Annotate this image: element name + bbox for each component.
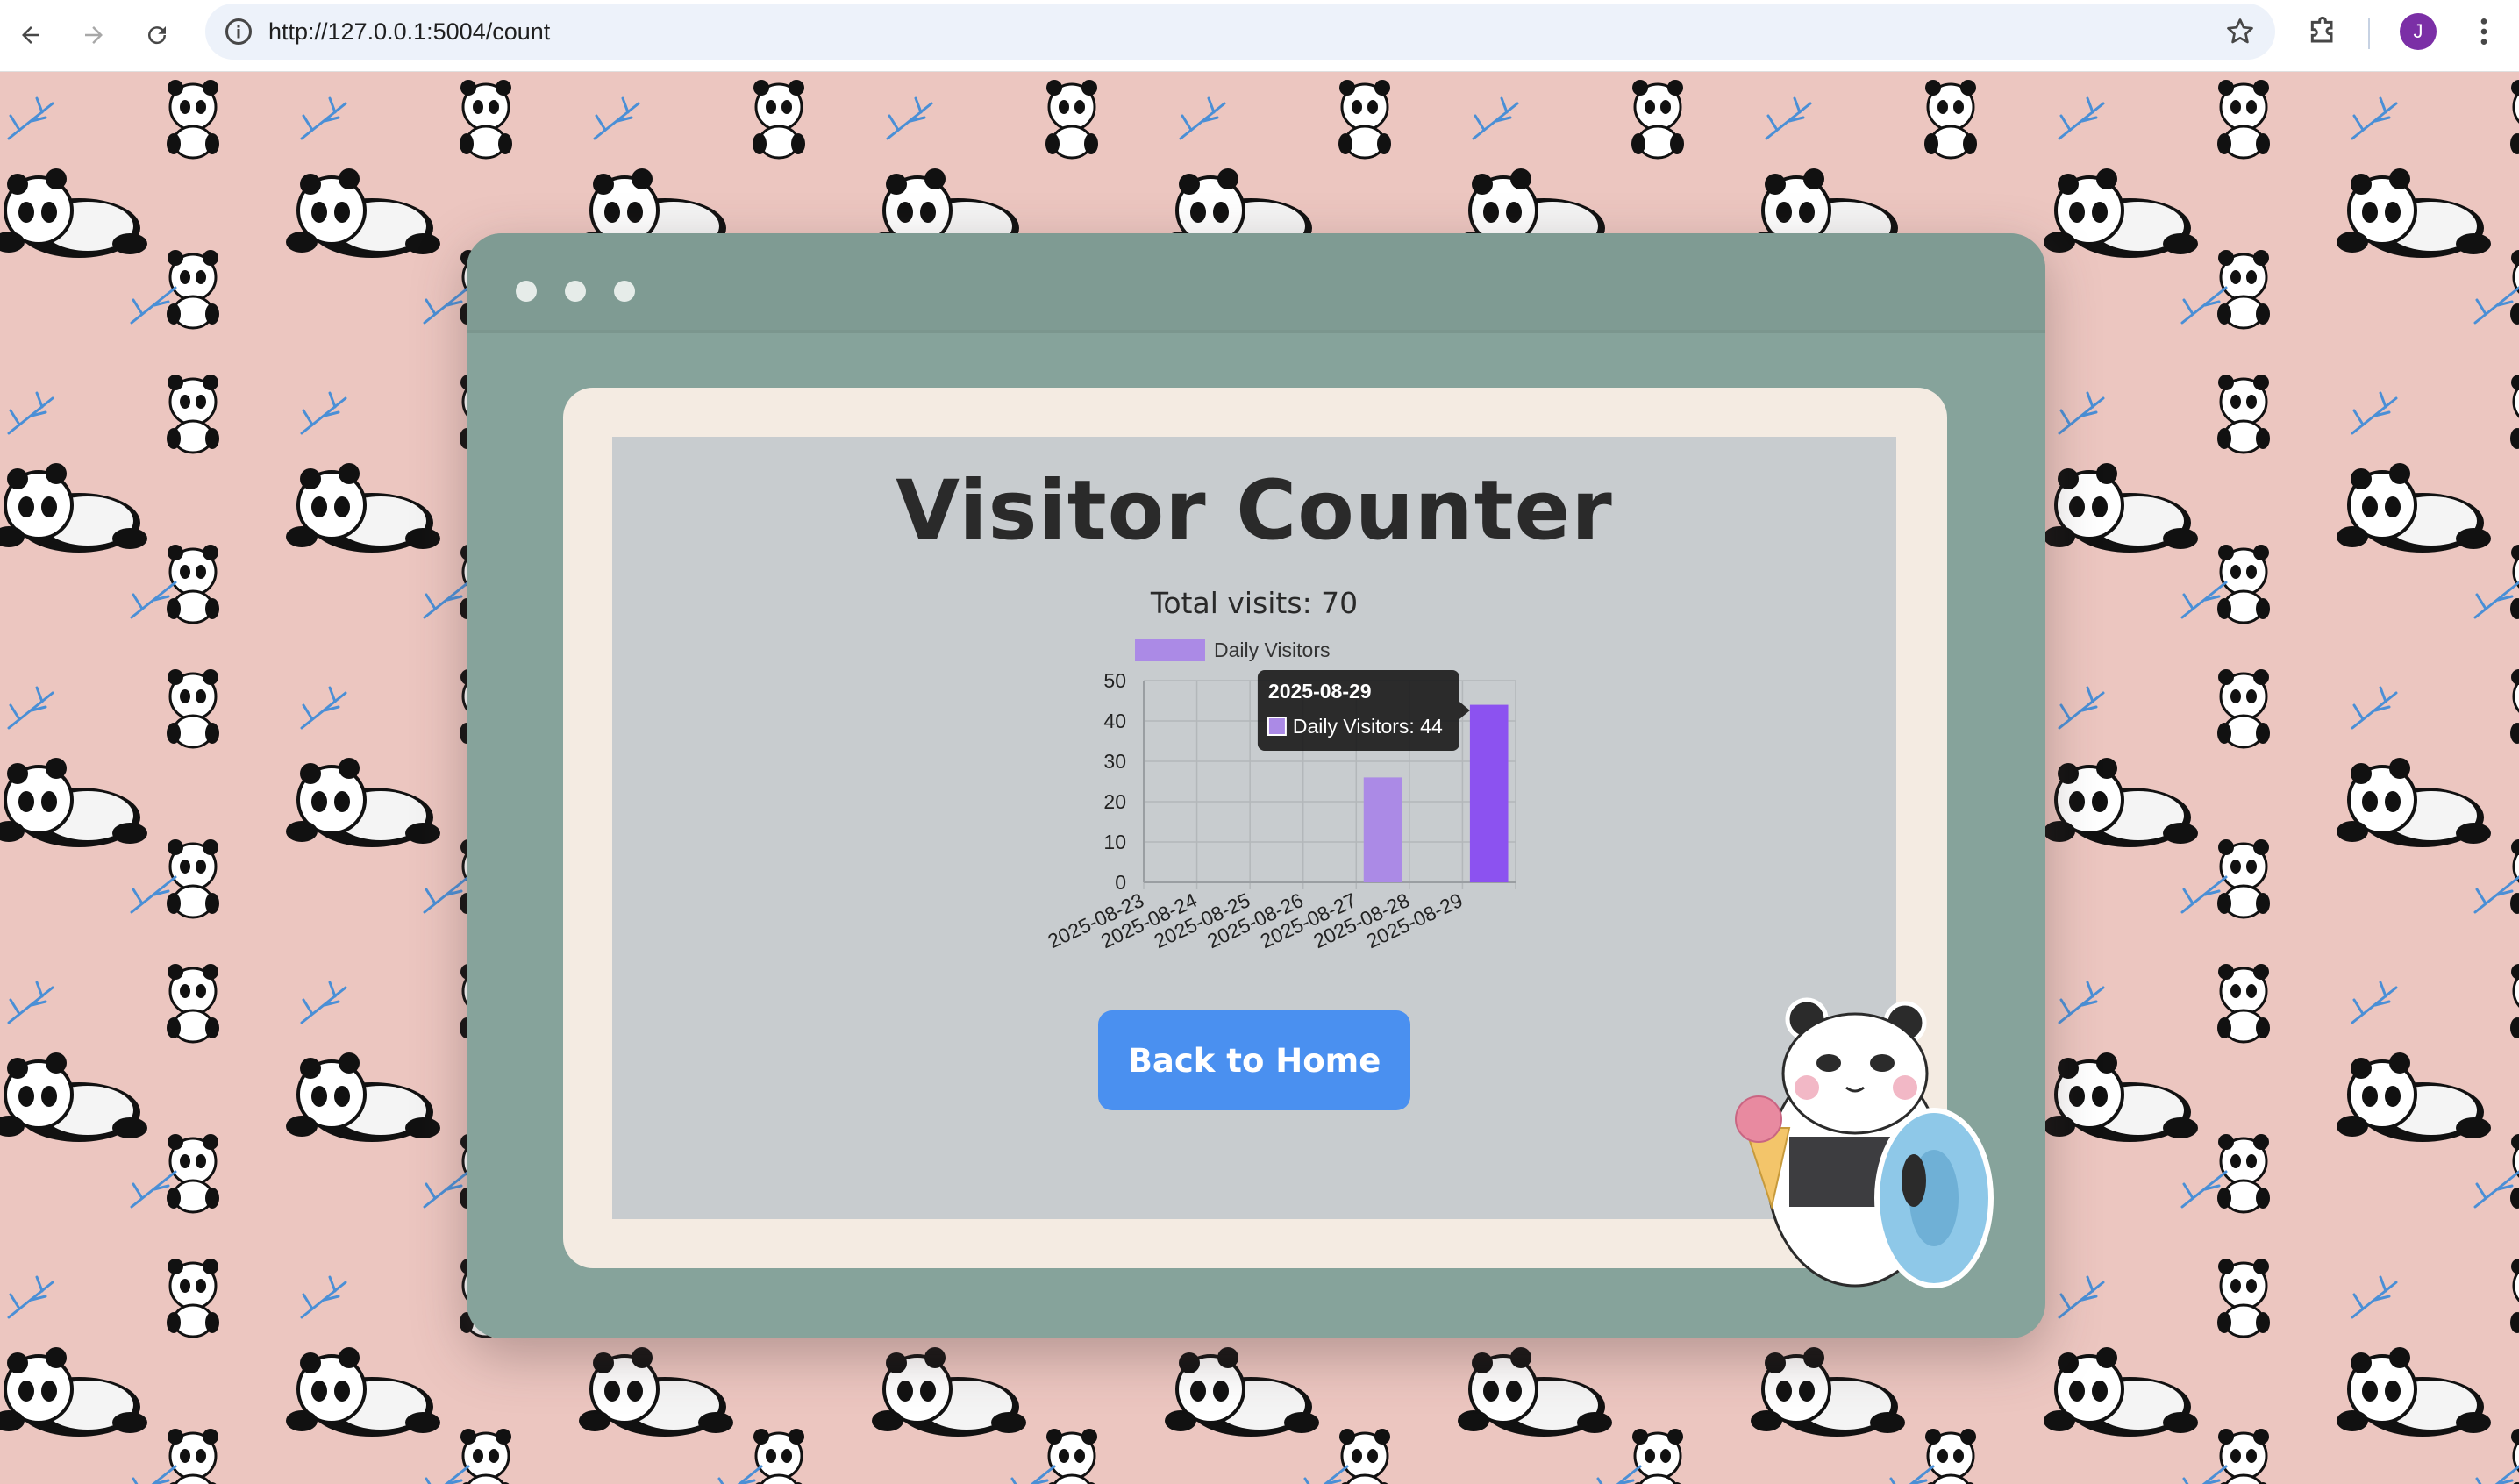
y-tick-label: 0	[1115, 871, 1126, 894]
chart-bar	[1469, 704, 1509, 882]
more-menu-icon[interactable]	[2466, 14, 2501, 49]
legend-swatch	[1135, 639, 1205, 661]
visitors-bar-chart: Daily Visitors010203040502025-08-232025-…	[1044, 639, 1516, 952]
total-visits: Total visits: 70	[1150, 586, 1359, 620]
site-info-icon[interactable]	[223, 16, 254, 47]
window-dot	[516, 281, 537, 302]
content-screen: Visitor Counter Total visits: 70 Daily V…	[612, 437, 1896, 1219]
window-titlebar	[467, 233, 2045, 330]
legend-label: Daily Visitors	[1214, 639, 1331, 661]
chart-bar	[1363, 777, 1402, 882]
forward-icon	[85, 26, 103, 44]
back-icon	[22, 26, 39, 44]
page-title: Visitor Counter	[896, 463, 1613, 559]
star-icon[interactable]	[2224, 16, 2256, 47]
reload-icon	[148, 26, 167, 45]
tooltip-swatch	[1267, 717, 1287, 736]
address-bar[interactable]: http://127.0.0.1:5004/count	[205, 4, 2275, 60]
tooltip-caret	[1459, 702, 1470, 719]
url-text: http://127.0.0.1:5004/count	[268, 18, 551, 45]
y-tick-label: 40	[1103, 710, 1126, 732]
panda-mascot-illustration	[1735, 997, 1994, 1288]
tooltip-title: 2025-08-29	[1268, 680, 1372, 703]
toolbar-divider	[2368, 18, 2370, 49]
back-button[interactable]	[11, 15, 51, 55]
y-tick-label: 50	[1103, 669, 1126, 692]
browser-toolbar: http://127.0.0.1:5004/count J	[0, 0, 2519, 72]
reload-button[interactable]	[137, 15, 177, 55]
y-tick-label: 10	[1103, 831, 1126, 853]
titlebar-divider	[467, 330, 2045, 333]
y-tick-label: 20	[1103, 790, 1126, 813]
forward-button[interactable]	[74, 15, 114, 55]
y-tick-label: 30	[1103, 750, 1126, 773]
extensions-icon[interactable]	[2305, 15, 2340, 50]
tooltip-label: Daily Visitors: 44	[1293, 715, 1443, 738]
window-dot	[614, 281, 635, 302]
back-to-home-button[interactable]: Back to Home	[1098, 1010, 1410, 1110]
window-dot	[565, 281, 586, 302]
profile-avatar[interactable]: J	[2400, 13, 2437, 50]
